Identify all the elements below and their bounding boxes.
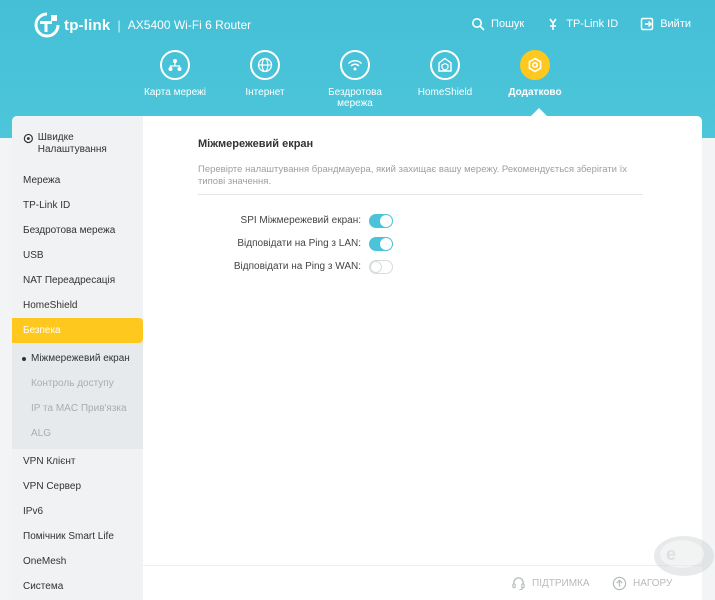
- submenu-item-access-control[interactable]: Контроль доступу: [12, 371, 143, 396]
- brand-logo[interactable]: tp-link | AX5400 Wi-Fi 6 Router: [34, 12, 251, 38]
- tplink-id-link-label: TP-Link ID: [566, 18, 619, 30]
- sidebar-item-label: VPN Сервер: [23, 481, 82, 492]
- sidebar-item-label: USB: [23, 250, 44, 261]
- sidebar-item-wireless[interactable]: Бездротова мережа: [12, 218, 143, 243]
- logout-icon: [640, 17, 654, 31]
- home-shield-icon: [430, 50, 460, 80]
- nav-wireless[interactable]: Бездротова мережа: [310, 50, 400, 109]
- submenu-item-label: Контроль доступу: [31, 378, 114, 389]
- search-icon: [472, 18, 485, 31]
- nav-network-map[interactable]: Карта мережі: [130, 50, 220, 109]
- nav-network-map-label: Карта мережі: [144, 87, 206, 98]
- sidebar-item-onemesh[interactable]: OneMesh: [12, 549, 143, 574]
- search-link-label: Пошук: [491, 18, 525, 30]
- globe-icon: [250, 50, 280, 80]
- sidebar-item-smart-life[interactable]: Помічник Smart Life: [12, 524, 143, 549]
- setting-row-ping-lan: Відповідати на Ping з LAN:: [198, 232, 643, 255]
- brand-separator: |: [117, 17, 121, 33]
- sidebar-item-label: VPN Клієнт: [23, 456, 76, 467]
- main-nav: Карта мережі Інтернет Бездротова мережа …: [130, 50, 580, 109]
- sidebar-item-security[interactable]: Безпека: [12, 318, 143, 343]
- sidebar-item-network[interactable]: Мережа: [12, 168, 143, 193]
- nav-advanced[interactable]: Додатково: [490, 50, 580, 109]
- setting-label: SPI Міжмережевий екран:: [240, 215, 361, 226]
- sidebar-item-label: OneMesh: [23, 556, 67, 567]
- support-link-label: ПІДТРИМКА: [532, 578, 590, 589]
- toggle-knob: [370, 260, 382, 273]
- toggle-knob: [380, 237, 392, 250]
- nav-internet[interactable]: Інтернет: [220, 50, 310, 109]
- router-model: AX5400 Wi-Fi 6 Router: [127, 18, 252, 32]
- setting-label: Відповідати на Ping з LAN:: [237, 238, 361, 249]
- svg-text:e: e: [666, 544, 676, 564]
- sidebar-item-quick-setup[interactable]: Швидке Налаштування: [12, 116, 143, 168]
- sidebar-item-nat-forwarding[interactable]: NAT Переадресація: [12, 268, 143, 293]
- network-map-icon: [160, 50, 190, 80]
- firewall-content: Міжмережевий екран Перевірте налаштуванн…: [198, 116, 643, 278]
- setting-label: Відповідати на Ping з WAN:: [233, 261, 361, 272]
- sidebar: Швидке Налаштування Мережа TP-Link ID Бе…: [12, 116, 143, 600]
- submenu-item-label: IP та MAC Прив'язка: [31, 403, 127, 414]
- sidebar-item-vpn-client[interactable]: VPN Клієнт: [12, 449, 143, 474]
- quick-setup-icon: [23, 133, 33, 143]
- sidebar-item-label: NAT Переадресація: [23, 275, 116, 286]
- footer: ПІДТРИМКА НАГОРУ: [143, 565, 702, 600]
- main-panel: Швидке Налаштування Мережа TP-Link ID Бе…: [12, 116, 702, 600]
- sidebar-item-ipv6[interactable]: IPv6: [12, 499, 143, 524]
- sidebar-item-label: Безпека: [23, 325, 61, 336]
- nav-advanced-label: Додатково: [508, 87, 562, 98]
- page-description: Перевірте налаштування брандмауера, який…: [198, 164, 643, 195]
- sidebar-item-label: HomeShield: [23, 300, 78, 311]
- top-links: Пошук TP-Link ID Вийти: [471, 17, 691, 31]
- submenu-item-alg[interactable]: ALG: [12, 421, 143, 446]
- sidebar-item-usb[interactable]: USB: [12, 243, 143, 268]
- user-id-icon: [549, 18, 557, 30]
- sidebar-item-system[interactable]: Система: [12, 574, 143, 599]
- support-link[interactable]: ПІДТРИМКА: [511, 576, 590, 591]
- active-dot-icon: [22, 356, 26, 361]
- sidebar-item-label: TP-Link ID: [23, 200, 71, 211]
- active-nav-pointer: [530, 108, 548, 117]
- sidebar-item-vpn-server[interactable]: VPN Сервер: [12, 474, 143, 499]
- arrow-up-icon: [612, 576, 627, 591]
- submenu-item-label: Міжмережевий екран: [31, 353, 130, 364]
- submenu-item-label: ALG: [31, 428, 52, 439]
- page-title: Міжмережевий екран: [198, 138, 314, 150]
- sidebar-item-label: Помічник Smart Life: [23, 531, 114, 542]
- submenu-item-ip-mac-binding[interactable]: IP та MAC Прив'язка: [12, 396, 143, 421]
- security-submenu: Міжмережевий екран Контроль доступу IP т…: [12, 343, 143, 449]
- submenu-item-firewall[interactable]: Міжмережевий екран: [12, 346, 143, 371]
- setting-row-spi-firewall: SPI Міжмережевий екран:: [198, 209, 643, 232]
- toggle-knob: [380, 214, 392, 227]
- sidebar-item-quick-setup-label: Швидке Налаштування: [37, 132, 107, 155]
- tp-link-logo-icon: [34, 12, 60, 38]
- tplink-id-link[interactable]: TP-Link ID: [546, 17, 618, 31]
- ping-lan-toggle[interactable]: [369, 236, 393, 251]
- nav-internet-label: Інтернет: [245, 87, 285, 98]
- sidebar-item-label: IPv6: [23, 506, 44, 517]
- wifi-icon: [340, 50, 370, 80]
- logout-link[interactable]: Вийти: [640, 17, 691, 31]
- setting-row-ping-wan: Відповідати на Ping з WAN:: [198, 255, 643, 278]
- sidebar-item-homeshield[interactable]: HomeShield: [12, 293, 143, 318]
- sidebar-item-tplink-id[interactable]: TP-Link ID: [12, 193, 143, 218]
- watermark-logo-icon: e: [654, 536, 714, 576]
- nav-homeshield[interactable]: HomeShield: [400, 50, 490, 109]
- sidebar-item-label: Система: [23, 581, 64, 592]
- ping-wan-toggle[interactable]: [369, 259, 393, 274]
- search-link[interactable]: Пошук: [471, 17, 524, 31]
- nav-homeshield-label: HomeShield: [417, 87, 473, 98]
- logout-link-label: Вийти: [660, 18, 691, 30]
- brand-name: tp-link: [64, 16, 111, 34]
- headset-icon: [512, 577, 525, 591]
- gear-icon: [520, 50, 550, 80]
- sidebar-item-label: Мережа: [23, 175, 61, 186]
- nav-wireless-label: Бездротова мережа: [328, 87, 382, 109]
- sidebar-item-label: Бездротова мережа: [23, 225, 116, 236]
- spi-firewall-toggle[interactable]: [369, 213, 393, 228]
